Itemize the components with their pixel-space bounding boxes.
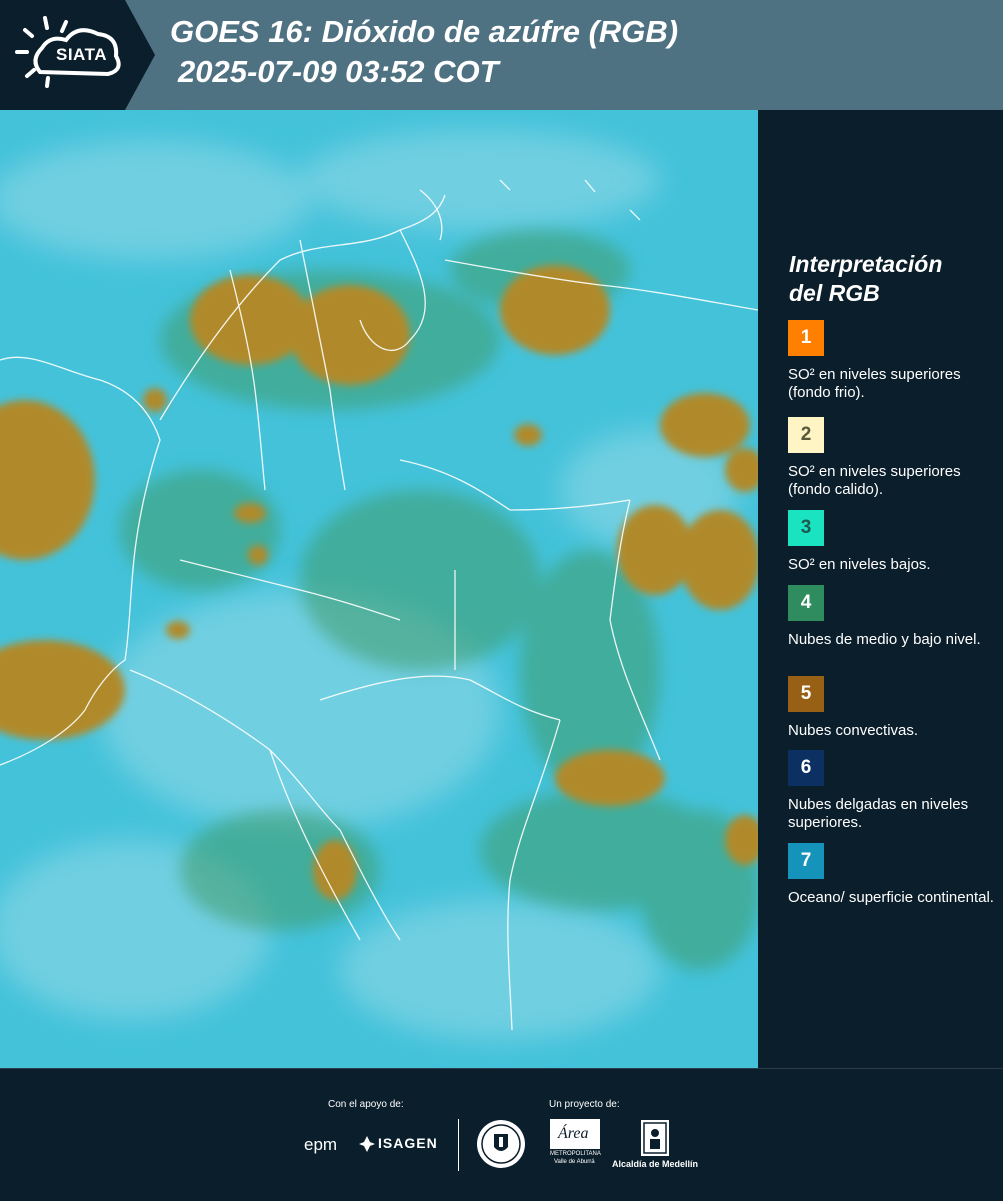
siata-logo-text: SIATA	[56, 45, 107, 64]
support-label: Con el apoyo de:	[328, 1099, 404, 1110]
isagen-logo: ISAGEN	[378, 1135, 438, 1151]
legend-swatch-4: 4	[788, 585, 824, 621]
legend-swatch-5: 5	[788, 676, 824, 712]
legend-number-1: 1	[800, 327, 812, 348]
legend-number-7: 7	[800, 850, 812, 871]
area-logo-subtext: METROPOLITANA	[550, 1151, 601, 1157]
legend-item-1: 1 SO² en niveles superiores (fondo frio)…	[788, 320, 998, 402]
alcaldia-shield-icon	[641, 1120, 669, 1156]
epm-logo: epm	[304, 1135, 338, 1154]
legend-title: Interpretación del RGB	[789, 250, 989, 308]
legend-text-5: Nubes convectivas.	[788, 722, 919, 739]
legend-swatch-6: 6	[788, 750, 824, 786]
legend-text-7: Oceano/ superficie continental.	[788, 889, 994, 906]
footer-divider	[458, 1119, 459, 1171]
medellin-seal-icon	[477, 1120, 525, 1168]
satellite-map	[0, 110, 758, 1068]
legend-text-1: SO² en niveles superiores (fondo frio).	[788, 366, 961, 401]
area-logo-text: Área	[558, 1125, 589, 1142]
legend-swatch-3: 3	[788, 510, 824, 546]
legend-item-6: 6 Nubes delgadas en niveles superiores.	[788, 750, 998, 832]
legend-swatch-1: 1	[788, 320, 824, 356]
isagen-icon	[359, 1136, 375, 1152]
legend-item-7: 7 Oceano/ superficie continental.	[788, 843, 998, 907]
legend-swatch-2: 2	[788, 417, 824, 453]
legend-item-2: 2 SO² en niveles superiores (fondo calid…	[788, 417, 998, 499]
legend-text-2: SO² en niveles superiores (fondo calido)…	[788, 463, 961, 498]
legend-number-4: 4	[800, 592, 812, 613]
legend-item-3: 3 SO² en niveles bajos.	[788, 510, 998, 574]
page-title: GOES 16: Dióxido de azúfre (RGB)	[170, 14, 679, 49]
page-timestamp: 2025-07-09 03:52 COT	[178, 54, 499, 89]
legend-number-3: 3	[800, 517, 812, 538]
project-label: Un proyecto de:	[549, 1099, 620, 1110]
legend-text-3: SO² en niveles bajos.	[788, 556, 931, 573]
legend-panel: Interpretación del RGB 1 SO² en niveles …	[760, 110, 1003, 1068]
footer: Con el apoyo de: Un proyecto de: epm ISA…	[0, 1068, 1003, 1201]
header-bar: SIATA GOES 16: Dióxido de azúfre (RGB) 2…	[0, 0, 1003, 110]
legend-item-4: 4 Nubes de medio y bajo nivel.	[788, 585, 998, 649]
legend-title-line1: Interpretación	[789, 251, 943, 277]
legend-swatch-7: 7	[788, 843, 824, 879]
legend-number-5: 5	[800, 683, 812, 704]
legend-item-5: 5 Nubes convectivas.	[788, 676, 998, 740]
alcaldia-text: Alcaldía de Medellín	[612, 1159, 699, 1169]
siata-logo: SIATA	[0, 0, 155, 110]
legend-title-line2: del RGB	[789, 280, 880, 306]
area-logo-subtext2: Valle de Aburrá	[554, 1159, 595, 1165]
legend-number-2: 2	[800, 424, 812, 445]
legend-text-6: Nubes delgadas en niveles superiores.	[788, 796, 969, 831]
area-metropolitana-logo: Área METROPOLITANA Valle de Aburrá	[550, 1119, 601, 1169]
legend-text-4: Nubes de medio y bajo nivel.	[788, 631, 981, 648]
legend-number-6: 6	[800, 757, 812, 778]
